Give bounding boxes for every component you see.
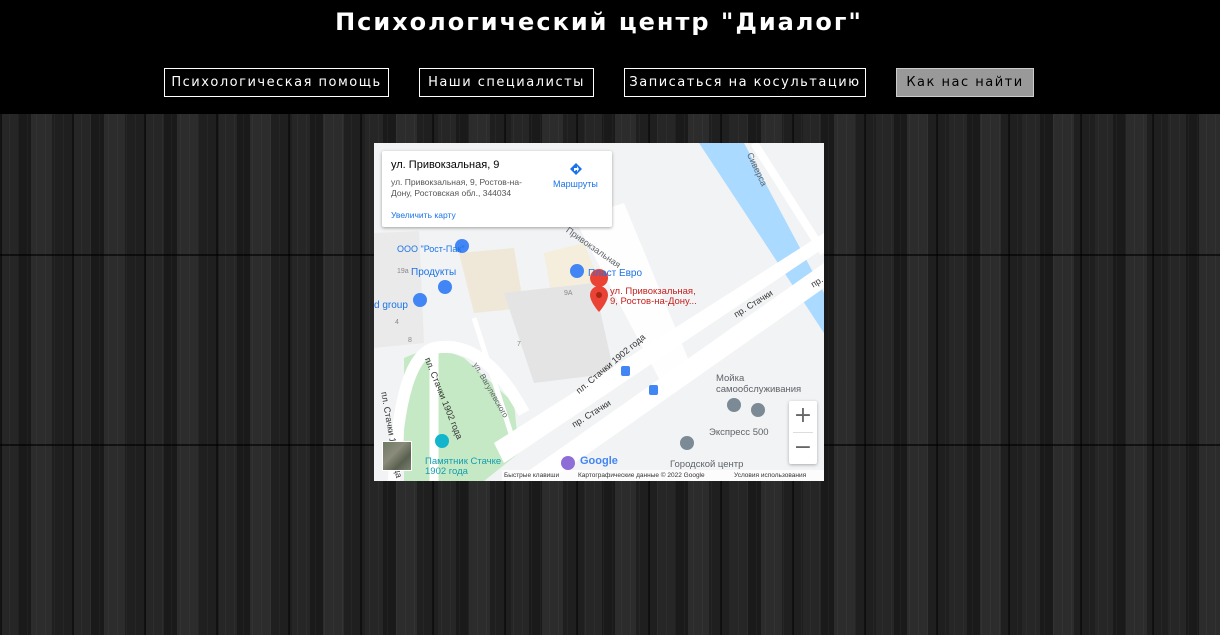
google-logo: Google	[580, 455, 618, 467]
house-number: 8	[408, 337, 412, 344]
shop-pin-icon	[438, 280, 452, 294]
keyboard-shortcuts-link[interactable]: Быстрые клавиши	[504, 470, 559, 481]
map-data-attribution: Картографические данные © 2022 Google	[578, 472, 705, 479]
marker-label-line: 9, Ростов-на-Дону...	[610, 296, 697, 307]
terms-link[interactable]: Условия использования	[734, 470, 806, 481]
poi-label: Экспресс 500	[709, 427, 769, 438]
nav-button-specialists[interactable]: Наши специалисты	[419, 68, 594, 97]
nav-button-find-us[interactable]: Как нас найти	[896, 68, 1034, 97]
place-address: ул. Привокзальная, 9, Ростов-на-Дону, Ро…	[391, 177, 522, 198]
shop-pin-icon	[570, 264, 584, 278]
poi-label-monument: Памятник Стачке 1902 года	[425, 457, 501, 477]
zoom-out-button[interactable]: −	[789, 433, 817, 463]
poi-label-line: самообслуживания	[716, 384, 802, 395]
enlarge-map-link[interactable]: Увеличить карту	[391, 210, 456, 220]
monument-pin-icon	[435, 434, 449, 448]
poi-label: Городской центр	[670, 459, 744, 470]
poi-pin-icon	[680, 436, 694, 450]
nav-button-appointment[interactable]: Записаться на косультацию	[624, 68, 866, 97]
satellite-toggle-button[interactable]	[382, 441, 412, 471]
house-number: 7	[517, 341, 521, 348]
map-label: Пласт Евро	[588, 268, 643, 279]
marker-label: ул. Привокзальная, 9, Ростов-на-Дону...	[610, 287, 697, 307]
poi-label-line: 1902 года	[425, 466, 468, 477]
map-footer: Быстрые клавиши Картографические данные …	[502, 470, 824, 481]
poi-label-line: Мойка	[716, 373, 745, 384]
poi-label-car-wash: Мойка самообслуживания	[716, 373, 801, 395]
house-number: 4	[395, 319, 399, 326]
directions-icon[interactable]	[568, 161, 584, 177]
place-title: ул. Привокзальная, 9	[391, 159, 500, 171]
site-title: Психологический центр "Диалог"	[335, 8, 863, 36]
house-number: 9А	[564, 290, 573, 297]
location-marker-dot	[596, 292, 602, 298]
google-map-embed[interactable]: ООО "Рост-Пак" Продукты d group Пласт Ев…	[374, 143, 824, 481]
zoom-controls: + −	[789, 401, 817, 464]
transit-icon	[621, 366, 630, 376]
site-header: Психологический центр "Диалог" Психологи…	[0, 0, 1220, 114]
fuel-pin-icon	[561, 456, 575, 470]
map-label: Продукты	[411, 267, 457, 278]
house-number: 19а	[397, 268, 409, 275]
zoom-in-button[interactable]: +	[789, 401, 817, 431]
map-label: ООО "Рост-Пак"	[397, 244, 465, 254]
nav-button-psych-help[interactable]: Психологическая помощь	[164, 68, 389, 97]
place-info-card: ул. Привокзальная, 9 ул. Привокзальная, …	[382, 151, 612, 227]
car-wash-pin-icon	[727, 398, 741, 412]
transit-icon	[649, 385, 658, 395]
directions-link[interactable]: Маршруты	[553, 179, 598, 189]
shop-pin-icon	[413, 293, 427, 307]
car-wash-pin-icon	[751, 403, 765, 417]
map-label: d group	[374, 300, 408, 311]
